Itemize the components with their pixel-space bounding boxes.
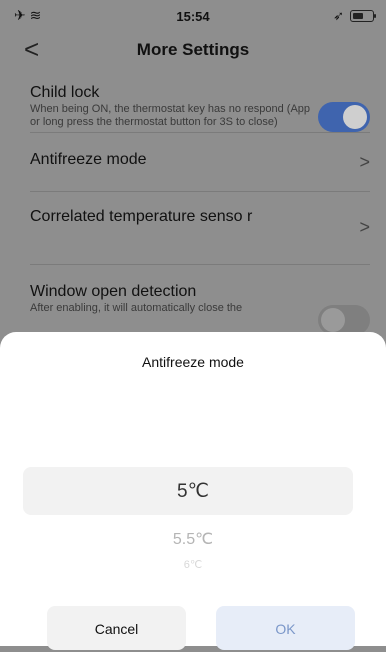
settings-list: Child lock When being ON, the thermostat…: [0, 64, 386, 335]
correlated-sensor-title: Correlated temperature senso r: [30, 208, 253, 225]
battery-icon: [350, 10, 376, 22]
sheet-title: Antifreeze mode: [142, 354, 244, 370]
window-open-toggle[interactable]: [318, 305, 370, 335]
status-bar: ✈ ≋ 15:54 ➶: [0, 0, 386, 34]
antifreeze-title: Antifreeze mode: [30, 151, 147, 168]
ok-button[interactable]: OK: [216, 606, 355, 650]
setting-correlated-sensor[interactable]: Correlated temperature senso r >: [30, 192, 370, 265]
cancel-button[interactable]: Cancel: [47, 606, 186, 650]
setting-antifreeze[interactable]: Antifreeze mode >: [30, 133, 370, 192]
location-icon: ➶: [333, 8, 344, 23]
toggle-knob: [343, 105, 367, 129]
child-lock-toggle[interactable]: [318, 102, 370, 132]
child-lock-title: Child lock: [30, 84, 100, 101]
picker-option[interactable]: 6℃: [0, 558, 386, 568]
antifreeze-picker-sheet: Antifreeze mode 5℃ 5.5℃ 6℃ Cancel OK: [0, 332, 386, 650]
nav-bar: < More Settings: [0, 34, 386, 66]
setting-window-open: Window open detection After enabling, it…: [30, 265, 370, 335]
status-right-icons: ➶: [333, 8, 376, 24]
child-lock-description: When being ON, the thermostat key has no…: [30, 103, 311, 128]
chevron-right-icon: >: [359, 152, 370, 172]
page-title: More Settings: [136, 40, 250, 59]
window-open-description: After enabling, it will automatically cl…: [30, 302, 243, 314]
toggle-knob: [321, 308, 345, 332]
picker-option[interactable]: 5℃: [0, 480, 386, 503]
picker-option[interactable]: 5.5℃: [0, 529, 386, 549]
setting-child-lock: Child lock When being ON, the thermostat…: [30, 64, 370, 133]
chevron-right-icon: >: [359, 217, 370, 237]
window-open-title: Window open detection: [30, 283, 197, 300]
status-time: 15:54: [176, 9, 210, 24]
